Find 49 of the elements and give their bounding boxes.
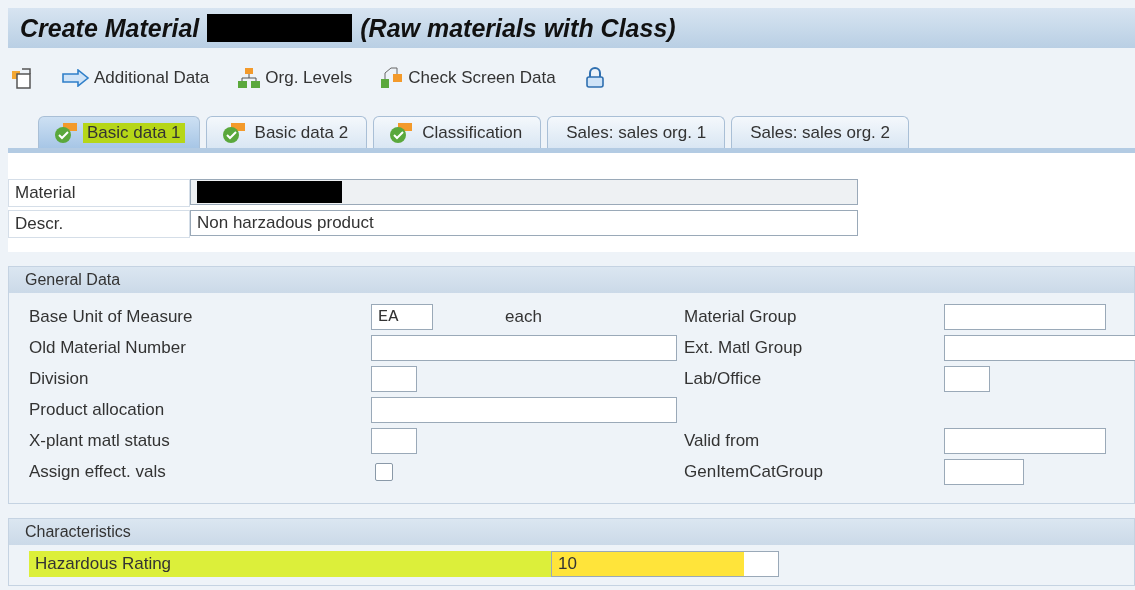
input-field[interactable] — [371, 427, 417, 454]
field-label: Descr. — [8, 210, 190, 238]
arrow-right-icon — [62, 69, 90, 87]
input-field[interactable] — [190, 179, 858, 205]
checkbox[interactable] — [375, 462, 393, 481]
field-label: Valid from — [684, 430, 761, 451]
toolbar-button[interactable]: Check Screen Data — [380, 67, 556, 89]
field-label: Ext. Matl Group — [684, 337, 804, 358]
input-field[interactable] — [371, 365, 417, 392]
group-title: General Data — [9, 267, 1134, 293]
tab[interactable]: Basic data 1 — [38, 116, 200, 148]
field-label: Lab/Office — [684, 368, 763, 389]
input-field[interactable]: EA — [371, 303, 433, 330]
hierarchy-icon — [237, 67, 262, 89]
toolbar-button[interactable]: Org. Levels — [237, 67, 353, 89]
tab[interactable]: Sales: sales org. 1 — [547, 116, 726, 148]
field-label: GenItemCatGroup — [684, 461, 824, 482]
window-title: (Raw materials with Class) — [360, 13, 676, 43]
toolbar-button[interactable]: Additional Data — [62, 68, 210, 88]
input-field[interactable] — [371, 334, 677, 361]
field-label: Old Material Number — [29, 337, 187, 358]
window-title: Create Material — [20, 13, 200, 43]
field-label: Division — [29, 368, 90, 389]
tab[interactable]: Sales: sales org. 2 — [731, 116, 909, 148]
status-check-icon — [388, 121, 415, 144]
field-label: Material — [8, 179, 190, 207]
input-field[interactable]: 10 — [551, 551, 779, 577]
field-label: Base Unit of Measure — [29, 306, 194, 327]
status-check-icon — [220, 121, 247, 144]
field-label: Material Group — [684, 306, 798, 327]
field-label: Assign effect. vals — [29, 461, 167, 482]
field-label: Product allocation — [29, 399, 166, 420]
group-title: Characteristics — [9, 519, 1134, 545]
document-icon[interactable] — [12, 67, 34, 89]
tab[interactable]: Basic data 2 — [205, 116, 368, 148]
status-check-icon — [53, 121, 79, 144]
field-label: Hazardous Rating — [29, 551, 551, 577]
tab[interactable]: Classification — [373, 116, 542, 148]
unit-text: each — [505, 306, 542, 327]
hierarchy-icon — [380, 67, 405, 89]
input-field[interactable] — [371, 396, 677, 423]
input-field[interactable] — [944, 458, 1024, 485]
input-field[interactable] — [944, 427, 1106, 454]
input-field[interactable] — [944, 303, 1106, 330]
input-field[interactable]: Non harzadous product — [190, 210, 858, 236]
input-field[interactable] — [944, 334, 1135, 361]
field-label: X-plant matl status — [29, 430, 171, 451]
input-field[interactable] — [944, 365, 990, 392]
lock-icon[interactable] — [583, 67, 606, 89]
